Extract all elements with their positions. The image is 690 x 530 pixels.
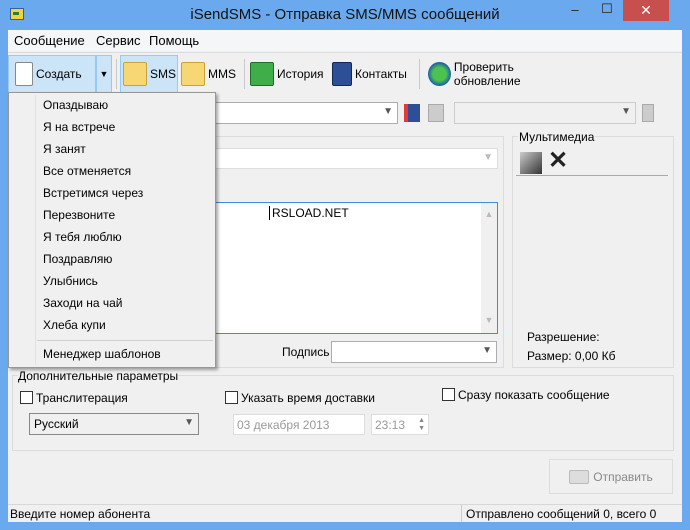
date-picker[interactable]: 03 декабря 2013 [233, 414, 365, 435]
message-scrollbar[interactable]: ▲ ▼ [481, 203, 497, 333]
resolution-label: Разрешение: [527, 330, 600, 344]
menu-item-template[interactable]: Все отменяется [43, 164, 131, 178]
create-label: Создать [36, 67, 82, 81]
size-label: Размер: 0,00 Кб [527, 349, 616, 363]
multimedia-title: Мультимедиа [518, 130, 596, 144]
minimize-button[interactable]: ‒ [560, 2, 590, 23]
menu-service[interactable]: Сервис [96, 33, 141, 48]
status-bar: Введите номер абонента Отправлено сообще… [8, 504, 682, 522]
language-select[interactable]: Русский ▼ [29, 413, 199, 435]
client-area: Сообщение Сервис Помощь Создать ▼ SMS MM… [8, 30, 682, 522]
recipient-combobox[interactable]: ▼ [208, 102, 398, 124]
send-icon [569, 469, 590, 484]
status-hint: Введите номер абонента [10, 507, 151, 521]
send-label: Отправить [593, 469, 653, 484]
sms-button[interactable]: SMS [120, 55, 178, 93]
separator [419, 59, 420, 89]
menu-item-template[interactable]: Улыбнись [43, 274, 98, 288]
menu-item-template[interactable]: Я на встрече [43, 120, 115, 134]
new-document-icon [15, 62, 33, 86]
contacts-button[interactable]: Контакты [332, 55, 412, 93]
signature-combobox[interactable]: ▼ [331, 341, 497, 363]
contacts-book-icon [332, 62, 352, 86]
menu-item-template[interactable]: Перезвоните [43, 208, 115, 222]
menu-item-template[interactable]: Я занят [43, 142, 86, 156]
date-value: 03 декабря 2013 [237, 418, 330, 432]
divider [461, 505, 462, 522]
sender-combobox[interactable]: ▼ [208, 148, 498, 169]
menu-item-template[interactable]: Хлеба купи [43, 318, 106, 332]
mms-button[interactable]: MMS [181, 55, 237, 93]
flash-checkbox[interactable]: Сразу показать сообщение [442, 388, 610, 402]
delivery-time-label: Указать время доставки [241, 391, 375, 405]
sms-envelope-icon [123, 62, 147, 86]
time-spinner[interactable]: 23:13 ▲ ▼ [371, 414, 429, 435]
title-bar: iSendSMS - Отправка SMS/MMS сообщений ‒ … [0, 0, 690, 30]
time-value: 23:13 [375, 418, 406, 432]
divider [516, 175, 668, 176]
flash-label: Сразу показать сообщение [458, 388, 610, 402]
maximize-button[interactable]: ☐ [592, 1, 622, 22]
history-disabled-icon[interactable] [428, 104, 444, 122]
mms-label: MMS [208, 67, 236, 81]
menu-item-template-manager[interactable]: Менеджер шаблонов [43, 347, 161, 361]
menu-item-template[interactable]: Опаздываю [43, 98, 108, 112]
history-label: История [277, 67, 324, 81]
menu-item-template[interactable]: Поздравляю [43, 252, 112, 266]
menu-item-template[interactable]: Я тебя люблю [43, 230, 122, 244]
signature-label: Подпись [282, 345, 330, 359]
separator [244, 59, 245, 89]
sms-label: SMS [150, 67, 177, 81]
message-text: RSLOAD.NET [269, 206, 349, 220]
separator [116, 59, 117, 89]
menu-item-template[interactable]: Заходи на чай [43, 296, 123, 310]
status-count: Отправлено сообщений 0, всего 0 [466, 507, 657, 521]
menu-separator [37, 340, 213, 341]
translit-checkbox[interactable]: Транслитерация [20, 391, 128, 405]
remove-media-icon[interactable]: ✕ [548, 146, 568, 175]
history-icon [250, 62, 274, 86]
mms-envelope-icon [181, 62, 205, 86]
send-button[interactable]: Отправить [549, 459, 673, 494]
history-button[interactable]: История [250, 55, 324, 93]
address-book-icon[interactable] [404, 104, 420, 122]
options-title: Дополнительные параметры [18, 369, 179, 383]
phone-combobox[interactable]: ▼ [454, 102, 636, 124]
add-media-icon[interactable] [520, 152, 542, 174]
contacts-label: Контакты [355, 67, 407, 81]
language-value: Русский [34, 417, 79, 431]
create-button[interactable]: Создать [8, 55, 96, 93]
create-dropdown-arrow[interactable]: ▼ [96, 55, 112, 93]
update-globe-icon [428, 62, 451, 86]
delivery-time-checkbox[interactable]: Указать время доставки [225, 391, 375, 405]
toolbar: Создать ▼ SMS MMS История Контакты Прове… [8, 52, 682, 94]
translit-label: Транслитерация [36, 391, 128, 405]
menu-bar: Сообщение Сервис Помощь [8, 30, 682, 51]
menu-message[interactable]: Сообщение [14, 33, 85, 48]
update-label: Проверить обновление [453, 60, 521, 88]
menu-help[interactable]: Помощь [149, 33, 199, 48]
phone-info-icon[interactable] [642, 104, 654, 122]
close-button[interactable]: ✕ [623, 0, 669, 21]
check-update-button[interactable]: Проверить обновление [428, 55, 578, 93]
templates-dropdown-menu: Опаздываю Я на встрече Я занят Все отмен… [8, 92, 216, 368]
message-textarea[interactable]: RSLOAD.NET ▲ ▼ [208, 202, 498, 334]
menu-item-template[interactable]: Встретимся через [43, 186, 143, 200]
